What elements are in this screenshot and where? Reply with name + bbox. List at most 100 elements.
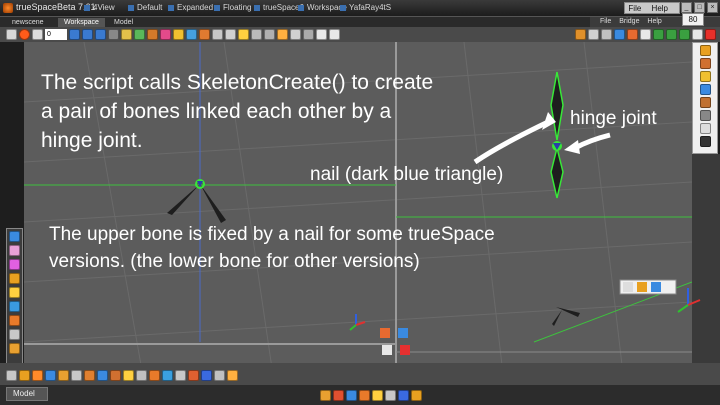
camera-icon[interactable] xyxy=(9,231,20,242)
right-menu-bridge[interactable]: Bridge xyxy=(619,18,639,25)
unlink-icon[interactable] xyxy=(264,29,275,40)
bottom-view-icon[interactable] xyxy=(97,369,108,381)
tab-workspace[interactable]: Workspace xyxy=(58,18,105,27)
view-icon[interactable] xyxy=(692,29,703,40)
cube-icon[interactable] xyxy=(199,29,210,40)
layout-tab-truespace6[interactable]: trueSpace6 xyxy=(254,3,304,12)
bottom-render-icon[interactable] xyxy=(45,369,56,381)
right-menu-help[interactable]: Help xyxy=(647,18,661,25)
grid-icon[interactable] xyxy=(601,29,612,40)
info-icon[interactable] xyxy=(699,84,711,95)
status-light-icon[interactable] xyxy=(372,389,383,401)
status-object-icon[interactable] xyxy=(320,389,331,401)
bottom-glue-icon[interactable] xyxy=(71,369,82,381)
nurbs-icon[interactable] xyxy=(9,259,20,270)
close-panel-icon[interactable] xyxy=(705,29,716,40)
play-back-icon[interactable] xyxy=(69,29,80,40)
stop-icon[interactable] xyxy=(108,29,119,40)
pencil-icon[interactable] xyxy=(9,343,20,354)
bottom-bone-icon[interactable] xyxy=(188,369,199,381)
settings-icon[interactable] xyxy=(699,123,711,134)
bottom-light-icon[interactable] xyxy=(123,369,134,381)
bottom-scale-icon[interactable] xyxy=(19,369,30,381)
layout-tab-expanded[interactable]: Expanded xyxy=(168,3,213,12)
bottom-skin-icon[interactable] xyxy=(227,369,238,381)
status-grid-icon[interactable] xyxy=(385,389,396,401)
model-tab[interactable]: Model xyxy=(6,387,48,401)
paint-icon[interactable] xyxy=(160,29,171,40)
tab-model[interactable]: Model xyxy=(108,18,139,27)
right-menu-file[interactable]: File xyxy=(600,18,611,25)
right-panel xyxy=(692,154,720,384)
joint-icon[interactable] xyxy=(290,29,301,40)
box-icon[interactable] xyxy=(575,29,586,40)
bottom-paint-icon[interactable] xyxy=(84,369,95,381)
axis-z-icon[interactable] xyxy=(679,29,690,40)
rewind-icon[interactable] xyxy=(32,29,43,40)
lasso-icon[interactable] xyxy=(9,245,20,256)
status-material-icon[interactable] xyxy=(411,389,422,401)
light-library-icon[interactable] xyxy=(699,71,711,82)
nail-icon[interactable] xyxy=(303,29,314,40)
tab-newscene[interactable]: newscene xyxy=(6,18,50,27)
close-icon[interactable]: × xyxy=(707,2,718,13)
frame-field[interactable]: 0 xyxy=(45,29,67,40)
layout-tab-4view[interactable]: 4View xyxy=(84,3,115,12)
bottom-rotate-icon[interactable] xyxy=(32,369,43,381)
layout-tab-default[interactable]: Default xyxy=(128,3,162,12)
minimize-icon[interactable]: _ xyxy=(681,2,692,13)
path-icon[interactable] xyxy=(134,29,145,40)
cylinder-icon[interactable] xyxy=(9,315,20,326)
axis-y-icon[interactable] xyxy=(666,29,677,40)
layout-icon[interactable] xyxy=(588,29,599,40)
sphere-icon[interactable] xyxy=(186,29,197,40)
lamp-icon[interactable] xyxy=(9,287,20,298)
library-icon[interactable] xyxy=(699,58,711,69)
maximize-icon[interactable]: □ xyxy=(694,2,705,13)
rotate-icon[interactable] xyxy=(225,29,236,40)
play-forward-icon[interactable] xyxy=(95,29,106,40)
bottom-box-icon[interactable] xyxy=(58,369,69,381)
shape-icon[interactable] xyxy=(699,45,711,56)
script-icon[interactable] xyxy=(699,110,711,121)
material-library-icon[interactable] xyxy=(699,97,711,108)
keyframe-icon[interactable] xyxy=(121,29,132,40)
status-render-icon[interactable] xyxy=(398,389,409,401)
cone-icon[interactable] xyxy=(9,273,20,284)
arrow-down-icon[interactable] xyxy=(329,29,340,40)
bottom-grid-icon[interactable] xyxy=(136,369,147,381)
light-icon[interactable] xyxy=(173,29,184,40)
arrow-up-icon[interactable] xyxy=(316,29,327,40)
plane-icon[interactable] xyxy=(9,301,20,312)
bottom-object-icon[interactable] xyxy=(110,369,121,381)
layout-tab-floating[interactable]: Floating xyxy=(214,3,251,12)
move-icon[interactable] xyxy=(212,29,223,40)
record-icon[interactable] xyxy=(19,29,30,40)
play-icon[interactable] xyxy=(82,29,93,40)
zoom-level[interactable]: 80 xyxy=(682,13,704,26)
bottom-arrow-icon[interactable] xyxy=(214,369,225,381)
axis-icon[interactable] xyxy=(640,29,651,40)
menu-file[interactable]: File xyxy=(628,4,641,13)
object-icon[interactable] xyxy=(147,29,158,40)
bone-icon[interactable] xyxy=(277,29,288,40)
text-icon[interactable] xyxy=(9,329,20,340)
menu-help[interactable]: Help xyxy=(652,4,668,13)
console-icon[interactable] xyxy=(699,136,711,147)
render-icon[interactable] xyxy=(614,29,625,40)
bottom-link-icon[interactable] xyxy=(175,369,186,381)
status-view-icon[interactable] xyxy=(346,389,357,401)
status-cube-icon[interactable] xyxy=(359,389,370,401)
material-icon[interactable] xyxy=(627,29,638,40)
bottom-sphere-icon[interactable] xyxy=(162,369,173,381)
select-icon[interactable] xyxy=(6,29,17,40)
bottom-nail-icon[interactable] xyxy=(201,369,212,381)
bottom-cube-icon[interactable] xyxy=(149,369,160,381)
status-paint-icon[interactable] xyxy=(333,389,344,401)
axis-x-icon[interactable] xyxy=(653,29,664,40)
layout-tab-yafaray[interactable]: YafaRay4tS xyxy=(340,3,391,12)
scale-icon[interactable] xyxy=(238,29,249,40)
link-icon[interactable] xyxy=(251,29,262,40)
bottom-move-icon[interactable] xyxy=(6,369,17,381)
hinge-joint-label: hinge joint xyxy=(570,108,657,129)
